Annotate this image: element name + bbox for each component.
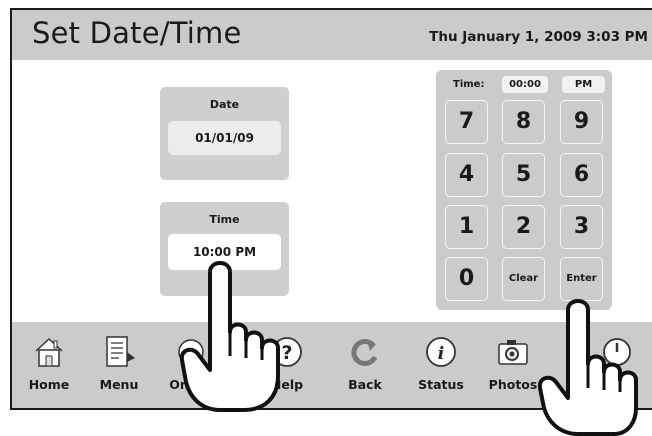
status-label: Status (418, 377, 464, 392)
back-button[interactable]: Back (330, 322, 400, 408)
key-4[interactable]: 4 (445, 153, 488, 197)
pointing-hand-icon (538, 299, 638, 436)
status-icon: i (426, 337, 456, 367)
date-field[interactable]: 01/01/09 (168, 121, 281, 155)
key-8[interactable]: 8 (502, 100, 545, 144)
key-0[interactable]: 0 (445, 257, 488, 301)
home-icon (35, 337, 63, 367)
pointing-hand-icon (180, 261, 280, 412)
menu-label: Menu (99, 377, 139, 392)
date-label: Date (209, 98, 240, 111)
menu-icon (106, 336, 135, 367)
svg-text:i: i (438, 344, 444, 364)
time-label: Time (209, 213, 240, 226)
keypad-time-label: Time: (453, 79, 485, 90)
keypad-time-display: 00:00 (502, 76, 548, 93)
key-5[interactable]: 5 (502, 153, 545, 197)
home-label: Home (28, 377, 70, 392)
back-label: Back (348, 377, 382, 392)
current-datetime: Thu January 1, 2009 3:03 PM (429, 29, 648, 45)
ampm-toggle[interactable]: PM (562, 76, 605, 93)
key-2[interactable]: 2 (502, 205, 545, 249)
key-9[interactable]: 9 (560, 100, 603, 144)
key-7[interactable]: 7 (445, 100, 488, 144)
date-panel: Date 01/01/09 (160, 87, 289, 180)
key-1[interactable]: 1 (445, 205, 488, 249)
header-bar: Set Date/Time Thu January 1, 2009 3:03 P… (12, 10, 652, 60)
back-icon (351, 339, 378, 366)
menu-button[interactable]: Menu (84, 322, 154, 408)
key-3[interactable]: 3 (560, 205, 603, 249)
camera-icon (498, 340, 528, 365)
key-6[interactable]: 6 (560, 153, 603, 197)
home-button[interactable]: Home (14, 322, 84, 408)
status-button[interactable]: i Status (406, 322, 476, 408)
page-title: Set Date/Time (32, 16, 242, 50)
keypad: Time: 00:00 PM 7 8 9 4 5 6 1 2 3 0 Clear… (436, 70, 612, 310)
